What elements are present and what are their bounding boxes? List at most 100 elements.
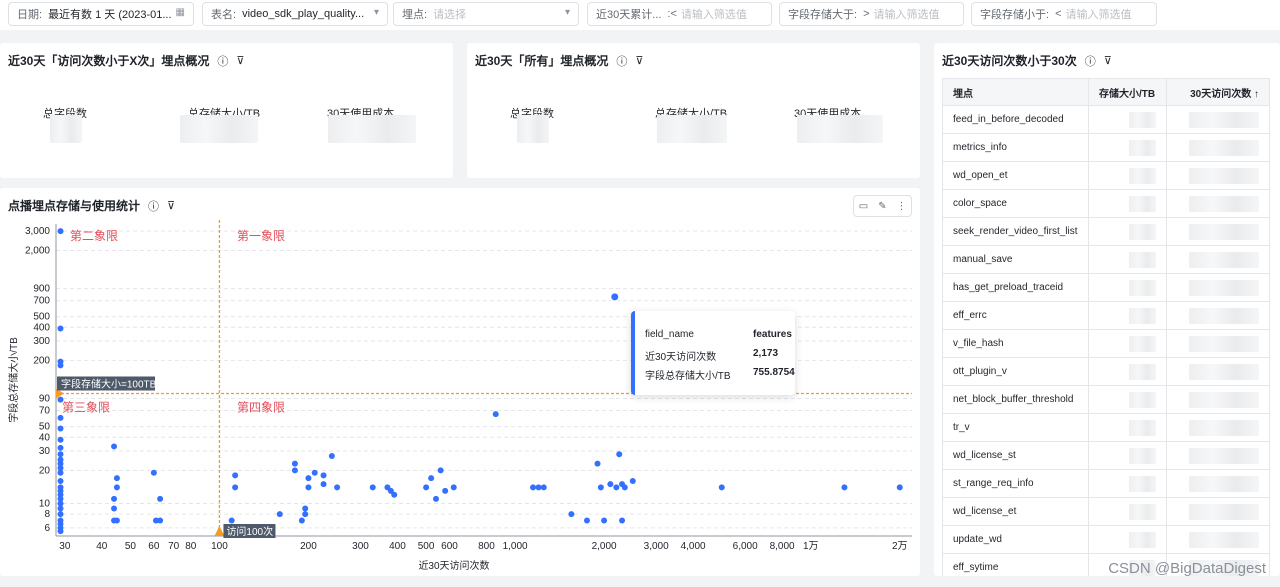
data-point[interactable] bbox=[619, 517, 626, 524]
data-point[interactable] bbox=[57, 511, 64, 518]
data-point[interactable] bbox=[57, 396, 64, 403]
data-point[interactable] bbox=[157, 517, 164, 524]
table-row[interactable]: wd_license_et bbox=[942, 498, 1270, 526]
table-row[interactable]: net_block_buffer_threshold bbox=[942, 386, 1270, 414]
data-point[interactable] bbox=[276, 511, 283, 518]
data-point[interactable] bbox=[232, 484, 239, 491]
data-point[interactable] bbox=[228, 517, 235, 524]
column-header-visits[interactable]: 30天访问次数 ↑ bbox=[1167, 79, 1269, 105]
data-point[interactable] bbox=[111, 495, 118, 502]
table-row[interactable]: has_get_preload_traceid bbox=[942, 274, 1270, 302]
visit-count-filter[interactable]: 近30天累计... :< 请输入筛选值 bbox=[587, 2, 772, 26]
data-point[interactable] bbox=[613, 484, 620, 491]
data-point[interactable] bbox=[111, 443, 118, 450]
storage-lt-filter[interactable]: 字段存储小于: < 请输入筛选值 bbox=[971, 2, 1157, 26]
column-header-storage[interactable]: 存储大小/TB bbox=[1089, 79, 1167, 105]
data-point[interactable] bbox=[298, 517, 305, 524]
data-point[interactable] bbox=[57, 414, 64, 421]
data-point[interactable] bbox=[305, 484, 312, 491]
data-point[interactable] bbox=[621, 484, 628, 491]
column-header-event[interactable]: 埋点 bbox=[943, 79, 1089, 105]
data-point[interactable] bbox=[423, 484, 430, 491]
data-point[interactable] bbox=[432, 495, 439, 502]
table-row[interactable]: metrics_info bbox=[942, 134, 1270, 162]
table-row[interactable]: update_wd bbox=[942, 526, 1270, 554]
data-point[interactable] bbox=[492, 411, 499, 418]
storage-gt-filter-input[interactable]: 请输入筛选值 bbox=[874, 6, 940, 22]
table-row[interactable]: eff_errc bbox=[942, 302, 1270, 330]
data-point[interactable] bbox=[113, 475, 120, 482]
storage-lt-filter-input[interactable]: 请输入筛选值 bbox=[1066, 6, 1132, 22]
table-row[interactable]: color_space bbox=[942, 190, 1270, 218]
storage-gt-filter[interactable]: 字段存储大于: > 请输入筛选值 bbox=[779, 2, 964, 26]
data-point[interactable] bbox=[150, 469, 157, 476]
data-point[interactable] bbox=[113, 484, 120, 491]
info-icon[interactable]: ⓘ bbox=[217, 53, 228, 69]
filter-icon[interactable]: ⊽ bbox=[635, 54, 643, 67]
data-point[interactable] bbox=[334, 484, 341, 491]
data-point[interactable] bbox=[320, 472, 327, 479]
data-point[interactable] bbox=[597, 484, 604, 491]
table-row[interactable]: wd_open_et bbox=[942, 162, 1270, 190]
data-point[interactable] bbox=[111, 505, 118, 512]
data-point[interactable] bbox=[594, 460, 601, 467]
data-point[interactable] bbox=[57, 478, 64, 485]
data-point[interactable] bbox=[583, 517, 590, 524]
data-point[interactable] bbox=[302, 511, 309, 518]
data-point[interactable] bbox=[718, 484, 725, 491]
table-row[interactable]: feed_in_before_decoded bbox=[942, 106, 1270, 134]
data-point[interactable] bbox=[57, 451, 64, 458]
data-point[interactable] bbox=[57, 469, 64, 476]
data-point[interactable] bbox=[607, 481, 614, 488]
data-point[interactable] bbox=[57, 528, 64, 535]
data-point[interactable] bbox=[442, 487, 449, 494]
filter-icon[interactable]: ⊽ bbox=[1104, 54, 1112, 67]
data-point[interactable] bbox=[629, 478, 636, 485]
data-point[interactable] bbox=[291, 467, 298, 474]
table-row[interactable]: tr_v bbox=[942, 414, 1270, 442]
table-row[interactable]: manual_save bbox=[942, 246, 1270, 274]
data-point[interactable] bbox=[305, 475, 312, 482]
highlighted-data-point[interactable] bbox=[610, 292, 620, 302]
data-point[interactable] bbox=[328, 453, 335, 460]
data-point[interactable] bbox=[320, 481, 327, 488]
table-row[interactable]: v_file_hash bbox=[942, 330, 1270, 358]
data-point[interactable] bbox=[113, 517, 120, 524]
data-point[interactable] bbox=[535, 484, 542, 491]
data-point[interactable] bbox=[302, 505, 309, 512]
table-filter[interactable]: 表名: video_sdk_play_quality... ▾ bbox=[202, 2, 388, 26]
data-point[interactable] bbox=[369, 484, 376, 491]
data-point[interactable] bbox=[841, 484, 848, 491]
data-point[interactable] bbox=[450, 484, 457, 491]
data-point[interactable] bbox=[391, 491, 398, 498]
data-point[interactable] bbox=[428, 475, 435, 482]
visit-count-filter-input[interactable]: 请输入筛选值 bbox=[681, 6, 747, 22]
data-point[interactable] bbox=[157, 495, 164, 502]
data-point[interactable] bbox=[291, 460, 298, 467]
info-icon[interactable]: ⓘ bbox=[616, 53, 627, 69]
date-filter[interactable]: 日期: 最近有数 1 天 (2023-01... ▦ bbox=[8, 2, 194, 26]
data-point[interactable] bbox=[601, 517, 608, 524]
event-filter[interactable]: 埋点: 请选择 ▾ bbox=[393, 2, 579, 26]
table-row[interactable]: seek_render_video_first_list bbox=[942, 218, 1270, 246]
table-row[interactable]: ott_plugin_v bbox=[942, 358, 1270, 386]
data-point[interactable] bbox=[232, 472, 239, 479]
data-point[interactable] bbox=[568, 511, 575, 518]
data-point[interactable] bbox=[540, 484, 547, 491]
table-row[interactable]: wd_license_st bbox=[942, 442, 1270, 470]
data-point[interactable] bbox=[437, 467, 444, 474]
data-point[interactable] bbox=[57, 505, 64, 512]
data-point[interactable] bbox=[616, 451, 623, 458]
filter-icon[interactable]: ⊽ bbox=[236, 54, 244, 67]
info-icon[interactable]: ⓘ bbox=[1085, 53, 1096, 69]
data-point[interactable] bbox=[57, 444, 64, 451]
data-point[interactable] bbox=[530, 484, 537, 491]
data-point[interactable] bbox=[896, 484, 903, 491]
data-point[interactable] bbox=[57, 325, 64, 332]
data-point[interactable] bbox=[57, 425, 64, 432]
data-point[interactable] bbox=[311, 469, 318, 476]
data-point[interactable] bbox=[57, 436, 64, 443]
table-row[interactable]: st_range_req_info bbox=[942, 470, 1270, 498]
data-point[interactable] bbox=[57, 362, 64, 369]
data-point[interactable] bbox=[57, 228, 64, 235]
